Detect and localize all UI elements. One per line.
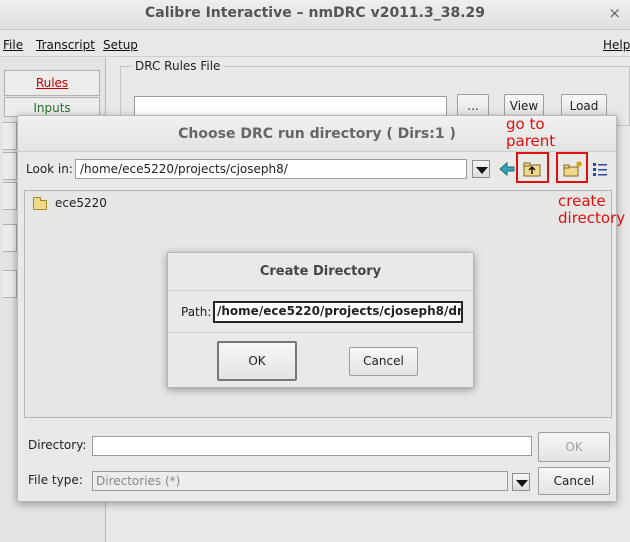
- create-annotation-box: [556, 152, 588, 183]
- ok-button[interactable]: OK: [217, 341, 297, 381]
- cancel-button[interactable]: Cancel: [538, 467, 610, 495]
- sidebar-item-stub[interactable]: [3, 270, 17, 298]
- rules-file-legend: DRC Rules File: [131, 59, 225, 73]
- parent-annotation-box: [516, 152, 549, 183]
- menu-help[interactable]: Help: [603, 38, 630, 52]
- sidebar-item-stub[interactable]: [3, 122, 17, 150]
- file-type-combo[interactable]: Directories (*): [92, 471, 508, 491]
- path-input[interactable]: /home/ece5220/projects/cjoseph8/drcrun: [213, 301, 463, 323]
- sidebar-item-rules[interactable]: Rules: [4, 70, 100, 96]
- list-item[interactable]: ece5220: [31, 196, 151, 212]
- path-row: Path: /home/ece5220/projects/cjoseph8/dr…: [168, 297, 473, 333]
- sidebar-item-inputs[interactable]: Inputs: [4, 97, 100, 117]
- ok-button-disabled[interactable]: OK: [538, 432, 610, 462]
- menu-bar: File Transcript Setup Help: [0, 31, 630, 57]
- list-item-label: ece5220: [55, 196, 107, 210]
- create-annotation: create directory: [558, 193, 625, 227]
- look-in-value: /home/ece5220/projects/cjoseph8/: [80, 162, 288, 176]
- title-bar: Calibre Interactive – nmDRC v2011.3_38.2…: [0, 0, 630, 30]
- create-directory-dialog: Create Directory Path: /home/ece5220/pro…: [167, 252, 474, 388]
- close-icon[interactable]: ×: [608, 4, 621, 22]
- sidebar-item-stub[interactable]: [3, 224, 17, 252]
- parent-annotation: go to parent: [506, 116, 555, 150]
- folder-icon: [33, 197, 47, 210]
- sidebar-item-label: Inputs: [33, 101, 71, 115]
- create-annotation-line2: directory: [558, 209, 626, 227]
- create-annotation-line1: create: [558, 192, 606, 210]
- sidebar-item-label: Rules: [35, 76, 69, 90]
- sidebar-item-stub[interactable]: [3, 182, 17, 210]
- path-value: /home/ece5220/projects/cjoseph8/drcrun: [217, 304, 463, 318]
- rules-file-input[interactable]: [134, 96, 447, 116]
- menu-transcript[interactable]: Transcript: [36, 38, 95, 52]
- look-in-combo[interactable]: /home/ece5220/projects/cjoseph8/: [75, 159, 467, 179]
- sidebar-item-stub[interactable]: [3, 152, 17, 180]
- menu-file[interactable]: File: [3, 38, 23, 52]
- look-in-dropdown-icon[interactable]: [472, 160, 490, 178]
- file-type-label: File type:: [28, 473, 83, 487]
- dialog-title: Create Directory: [168, 253, 473, 291]
- parent-annotation-line1: go to: [506, 115, 545, 133]
- look-in-label: Look in:: [26, 162, 73, 176]
- path-label: Path:: [181, 305, 212, 319]
- detail-view-icon[interactable]: [591, 160, 613, 180]
- directory-input[interactable]: [92, 436, 532, 456]
- directory-label: Directory:: [28, 438, 87, 452]
- menu-setup[interactable]: Setup: [103, 38, 138, 52]
- window-title: Calibre Interactive – nmDRC v2011.3_38.2…: [144, 5, 486, 21]
- cancel-button[interactable]: Cancel: [349, 347, 418, 376]
- parent-annotation-line2: parent: [506, 132, 556, 150]
- file-type-dropdown-icon[interactable]: [512, 473, 530, 491]
- file-type-value: Directories (*): [96, 474, 181, 488]
